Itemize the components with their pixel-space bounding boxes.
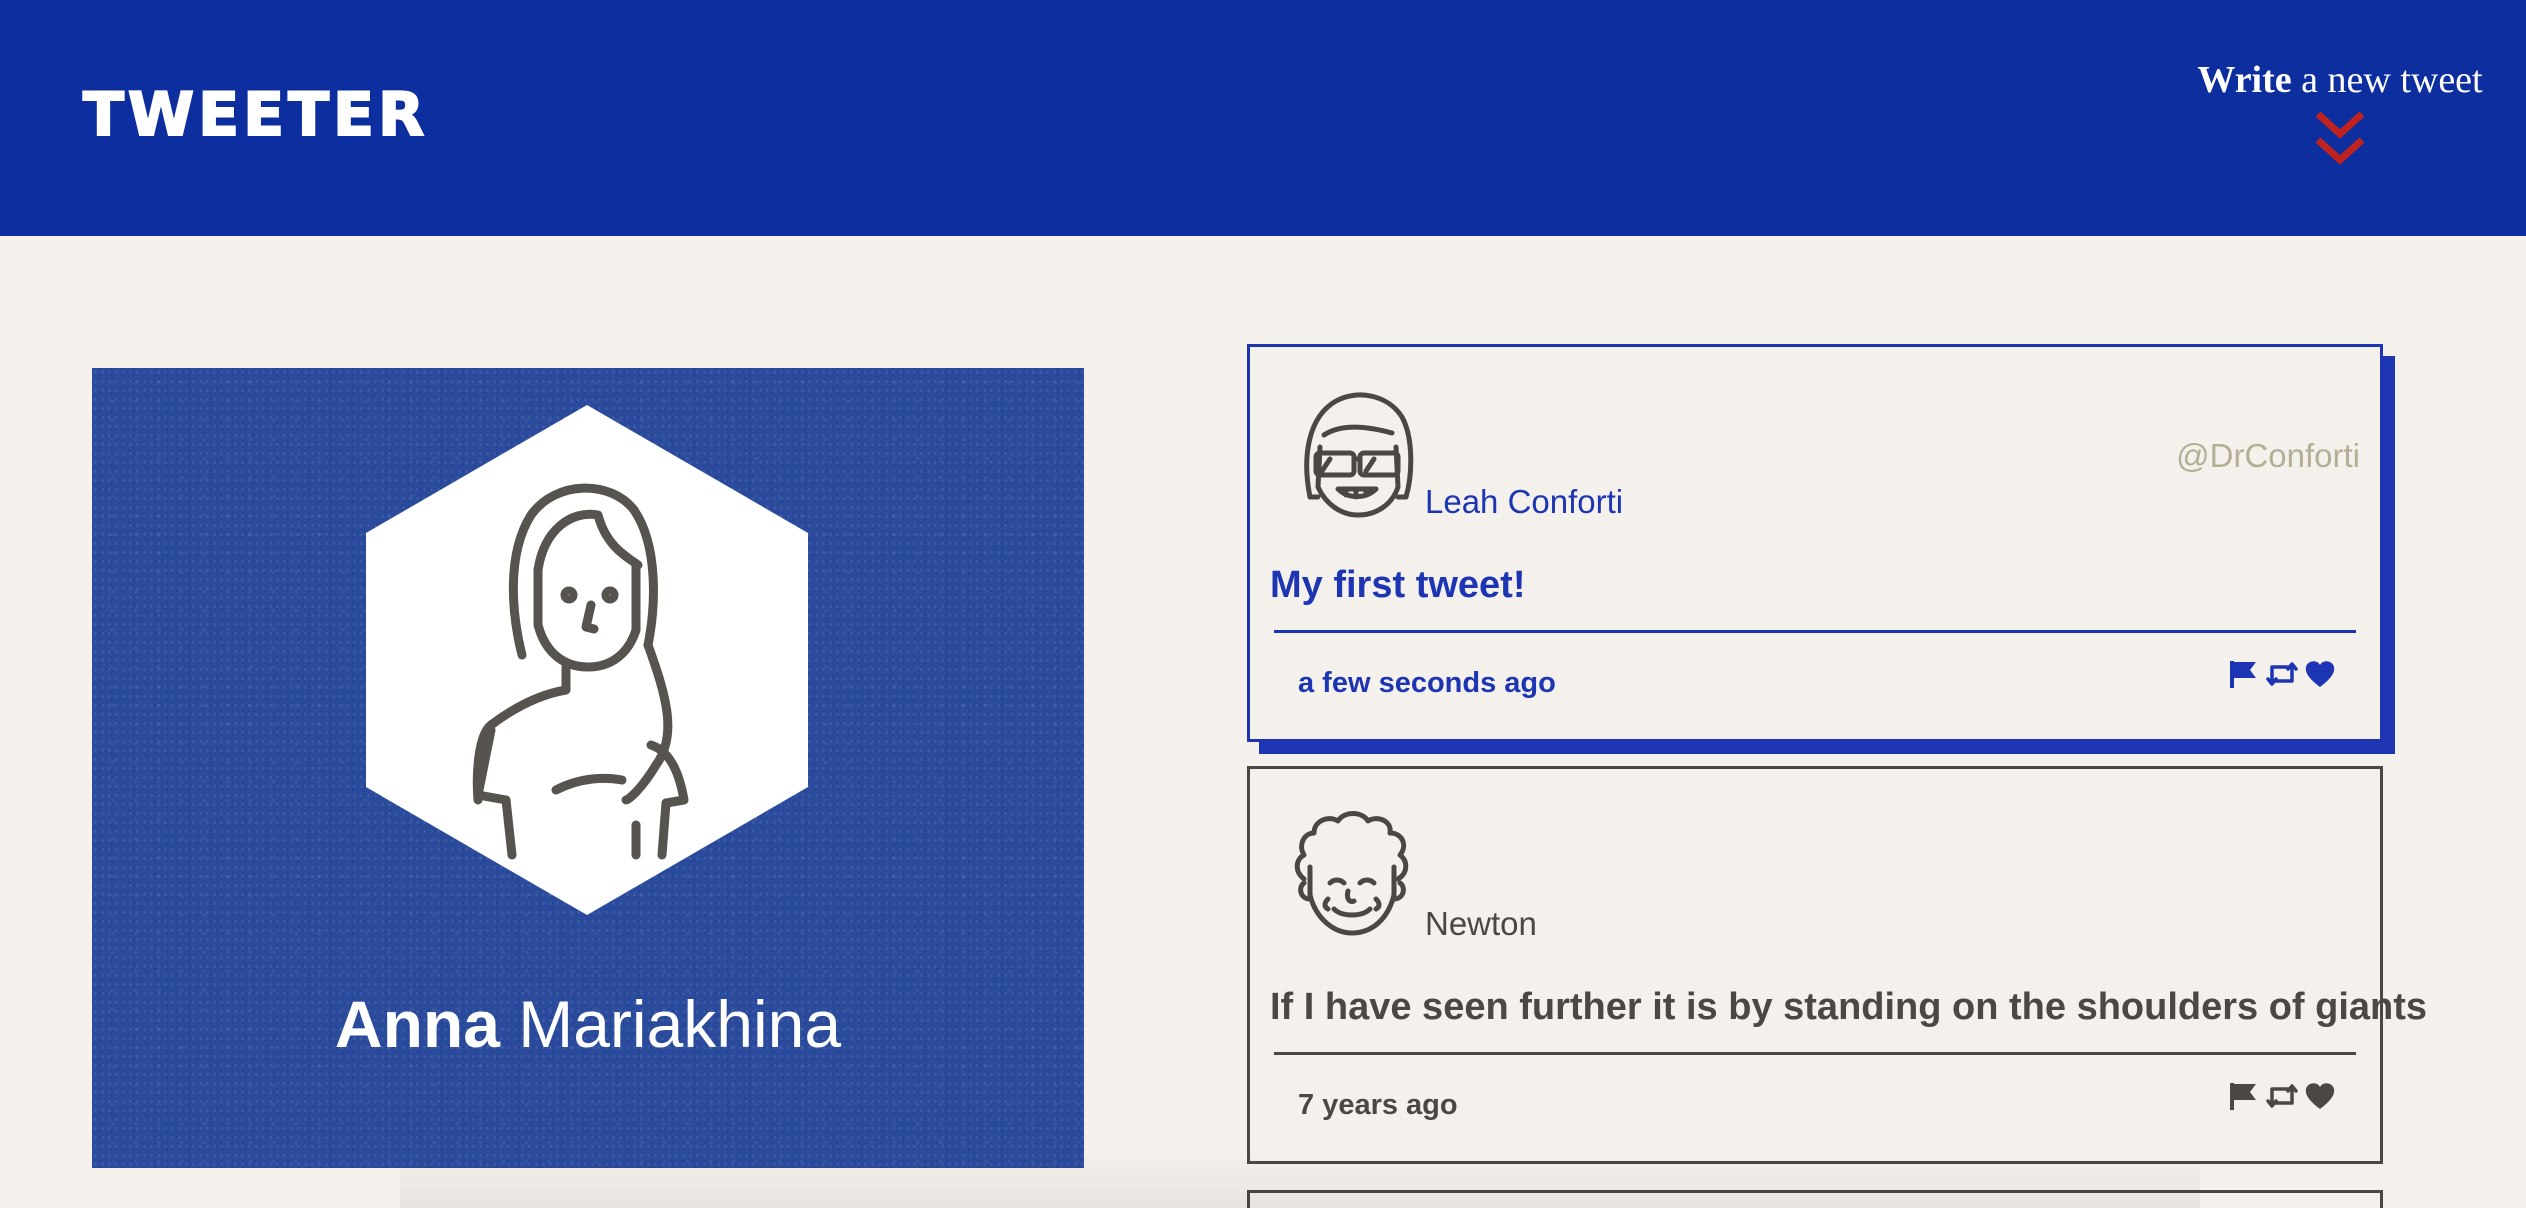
flag-icon[interactable]	[2228, 659, 2260, 689]
tweet-divider	[1274, 630, 2356, 633]
tweet-card[interactable]: Newton If I have seen further it is by s…	[1247, 766, 2427, 1164]
profile-card: Anna Mariakhina	[92, 368, 1084, 1168]
write-tweet-button[interactable]: Write a new tweet	[2190, 58, 2490, 102]
top-nav: TWEETER Write a new tweet	[0, 0, 2526, 236]
double-chevron-down-icon[interactable]	[2312, 110, 2368, 168]
heart-icon[interactable]	[2304, 659, 2336, 689]
tweet-card[interactable]	[1247, 1190, 2383, 1208]
woman-avatar-icon	[366, 405, 808, 915]
curly-hair-man-avatar-icon	[1294, 811, 1409, 936]
retweet-icon[interactable]	[2266, 659, 2298, 689]
tweet-actions	[2228, 1081, 2336, 1111]
tweet-content: If I have seen further it is by standing…	[1270, 986, 2428, 1028]
profile-name: Anna Mariakhina	[92, 986, 1084, 1062]
retweet-icon[interactable]	[2266, 1081, 2298, 1111]
tweet-card[interactable]: Leah Conforti @DrConforti My first tweet…	[1247, 344, 2383, 742]
tweet-content: My first tweet!	[1270, 564, 1526, 606]
tweet-author: Newton	[1425, 905, 1537, 942]
write-label-rest: a new tweet	[2291, 59, 2483, 101]
heart-icon[interactable]	[2304, 1081, 2336, 1111]
tweet-timestamp: 7 years ago	[1298, 1089, 1458, 1121]
logo[interactable]: TWEETER	[82, 79, 428, 151]
flag-icon[interactable]	[2228, 1081, 2260, 1111]
tweet-handle: @DrConforti	[2176, 437, 2360, 474]
tweet-divider	[1274, 1052, 2356, 1055]
tweet-timestamp: a few seconds ago	[1298, 667, 1556, 699]
tweet-actions	[2228, 659, 2336, 689]
profile-last-name: Mariakhina	[518, 987, 842, 1061]
profile-first-name: Anna	[334, 987, 500, 1061]
sunglasses-girl-avatar-icon	[1304, 392, 1414, 518]
write-label-bold: Write	[2197, 59, 2292, 101]
tweet-author: Leah Conforti	[1425, 483, 1624, 520]
